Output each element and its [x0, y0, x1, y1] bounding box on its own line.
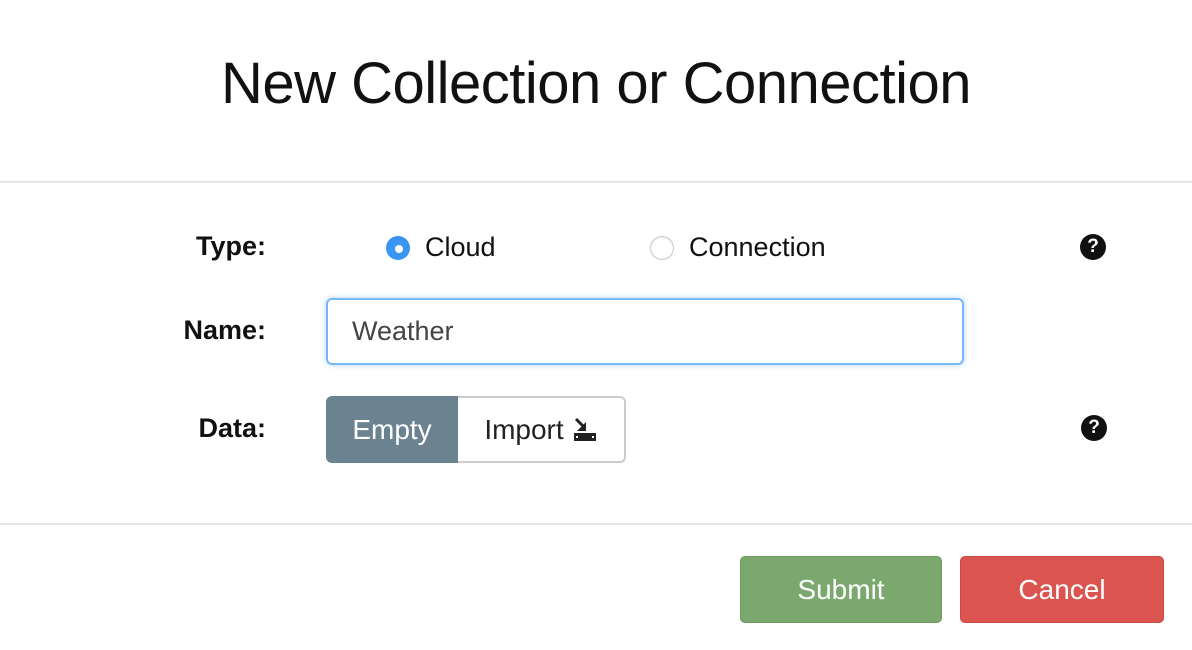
data-help-icon[interactable]: ? — [1081, 415, 1107, 441]
empty-button-label: Empty — [352, 413, 432, 445]
connection-radio[interactable] — [650, 235, 674, 260]
data-label: Data: — [198, 413, 266, 443]
import-button[interactable]: Import — [458, 396, 626, 463]
cancel-button[interactable]: Cancel — [960, 556, 1164, 623]
dialog-body: Type: Cloud Connection ? Name: Data: Emp… — [0, 183, 1192, 525]
import-button-label: Import — [484, 413, 564, 445]
connection-radio-label[interactable]: Connection — [689, 232, 826, 263]
dialog-header: New Collection or Connection — [0, 0, 1192, 183]
cloud-radio[interactable] — [386, 235, 410, 260]
dialog-title: New Collection or Connection — [220, 51, 972, 116]
type-option-cloud[interactable]: Cloud — [386, 232, 496, 263]
type-option-connection[interactable]: Connection — [650, 232, 826, 263]
name-label: Name: — [183, 315, 266, 345]
submit-button[interactable]: Submit — [740, 556, 942, 623]
type-label: Type: — [195, 231, 266, 261]
cloud-radio-label[interactable]: Cloud — [425, 232, 496, 263]
data-source-toggle: Empty Import — [326, 396, 626, 463]
empty-button[interactable]: Empty — [326, 396, 458, 463]
import-icon — [572, 417, 598, 443]
type-help-icon[interactable]: ? — [1080, 234, 1106, 260]
name-input[interactable] — [326, 298, 964, 365]
new-collection-dialog: New Collection or Connection Type: Cloud… — [0, 0, 1192, 650]
dialog-footer: Submit Cancel — [0, 525, 1192, 650]
